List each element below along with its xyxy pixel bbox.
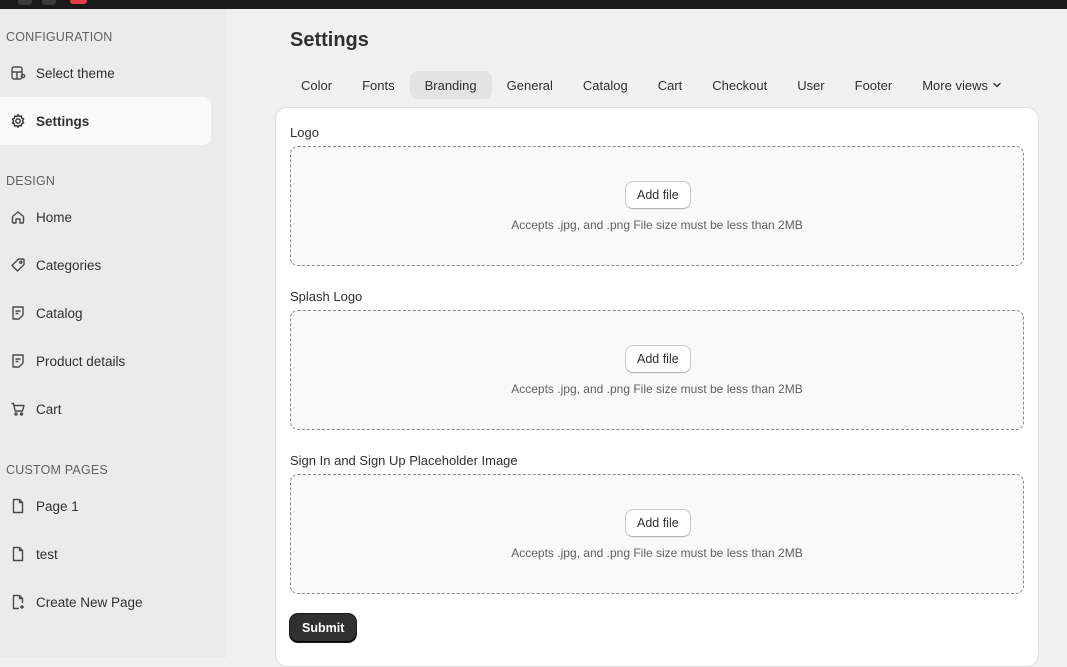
tab-more-views[interactable]: More views — [907, 71, 1017, 99]
placeholder-image-file-hint: Accepts .jpg, and .png File size must be… — [511, 546, 803, 560]
home-icon — [0, 209, 36, 225]
tab-fonts[interactable]: Fonts — [347, 71, 410, 99]
sidebar-item-label: test — [36, 546, 58, 562]
topbar-element — [18, 0, 32, 5]
gear-icon — [0, 113, 36, 129]
logo-label: Logo — [290, 125, 319, 140]
sidebar-item-catalog[interactable]: Catalog — [0, 289, 211, 337]
tab-checkout[interactable]: Checkout — [697, 71, 782, 99]
sidebar-item-home[interactable]: Home — [0, 193, 211, 241]
placeholder-image-add-file-button[interactable]: Add file — [625, 509, 691, 537]
sidebar-item-label: Settings — [36, 113, 90, 129]
splash-logo-add-file-button[interactable]: Add file — [625, 345, 691, 373]
section-title-custom-pages: CUSTOM PAGES — [6, 463, 108, 477]
tab-color[interactable]: Color — [286, 71, 347, 99]
tab-catalog[interactable]: Catalog — [568, 71, 643, 99]
sidebar-item-create-new-page[interactable]: Create New Page — [0, 578, 211, 626]
sidebar-item-label: Product details — [36, 353, 126, 369]
topbar-element — [70, 0, 87, 4]
tab-cart[interactable]: Cart — [643, 71, 698, 99]
sidebar-item-label: Page 1 — [36, 498, 79, 514]
page-icon — [0, 498, 36, 514]
tab-footer[interactable]: Footer — [840, 71, 908, 99]
sidebar-item-label: Cart — [36, 401, 62, 417]
logo-file-hint: Accepts .jpg, and .png File size must be… — [511, 218, 803, 232]
sidebar-item-categories[interactable]: Categories — [0, 241, 211, 289]
sidebar-item-select-theme[interactable]: Select theme — [0, 49, 211, 97]
sidebar-item-label: Catalog — [36, 305, 83, 321]
catalog-icon — [0, 305, 36, 321]
cart-icon — [0, 401, 36, 417]
catalog-icon — [0, 353, 36, 369]
logo-add-file-button[interactable]: Add file — [625, 181, 691, 209]
theme-icon — [0, 65, 36, 81]
page-title: Settings — [290, 29, 369, 51]
sidebar-item-test[interactable]: test — [0, 530, 211, 578]
submit-button[interactable]: Submit — [290, 614, 357, 642]
tab-branding[interactable]: Branding — [409, 71, 492, 99]
splash-logo-label: Splash Logo — [290, 289, 363, 304]
section-title-design: DESIGN — [6, 174, 56, 188]
sidebar-item-label: Home — [36, 209, 73, 225]
sidebar-item-settings[interactable]: Settings — [0, 97, 211, 145]
tab-user[interactable]: User — [782, 71, 839, 99]
page-icon — [0, 546, 36, 562]
logo-dropzone[interactable]: Add file Accepts .jpg, and .png File siz… — [290, 146, 1024, 266]
topbar-element — [42, 0, 56, 5]
sidebar-item-label: Categories — [36, 257, 102, 273]
sidebar-item-label: Select theme — [36, 65, 115, 81]
top-bar — [0, 0, 1067, 9]
sidebar-item-label: Create New Page — [36, 594, 143, 610]
sidebar: CONFIGURATION Select theme Settings DESI… — [0, 9, 226, 658]
splash-logo-dropzone[interactable]: Add file Accepts .jpg, and .png File siz… — [290, 310, 1024, 430]
page-add-icon — [0, 594, 36, 610]
placeholder-image-dropzone[interactable]: Add file Accepts .jpg, and .png File siz… — [290, 474, 1024, 594]
section-title-configuration: CONFIGURATION — [6, 30, 113, 44]
tab-more-views-label: More views — [922, 77, 988, 93]
sidebar-item-page-1[interactable]: Page 1 — [0, 482, 211, 530]
placeholder-image-label: Sign In and Sign Up Placeholder Image — [290, 453, 518, 468]
chevron-down-icon — [992, 80, 1002, 90]
tab-general[interactable]: General — [492, 71, 568, 99]
sidebar-item-product-details[interactable]: Product details — [0, 337, 211, 385]
sidebar-item-cart[interactable]: Cart — [0, 385, 211, 433]
tag-icon — [0, 257, 36, 273]
settings-tabs: Color Fonts Branding General Catalog Car… — [286, 71, 1017, 99]
splash-logo-file-hint: Accepts .jpg, and .png File size must be… — [511, 382, 803, 396]
